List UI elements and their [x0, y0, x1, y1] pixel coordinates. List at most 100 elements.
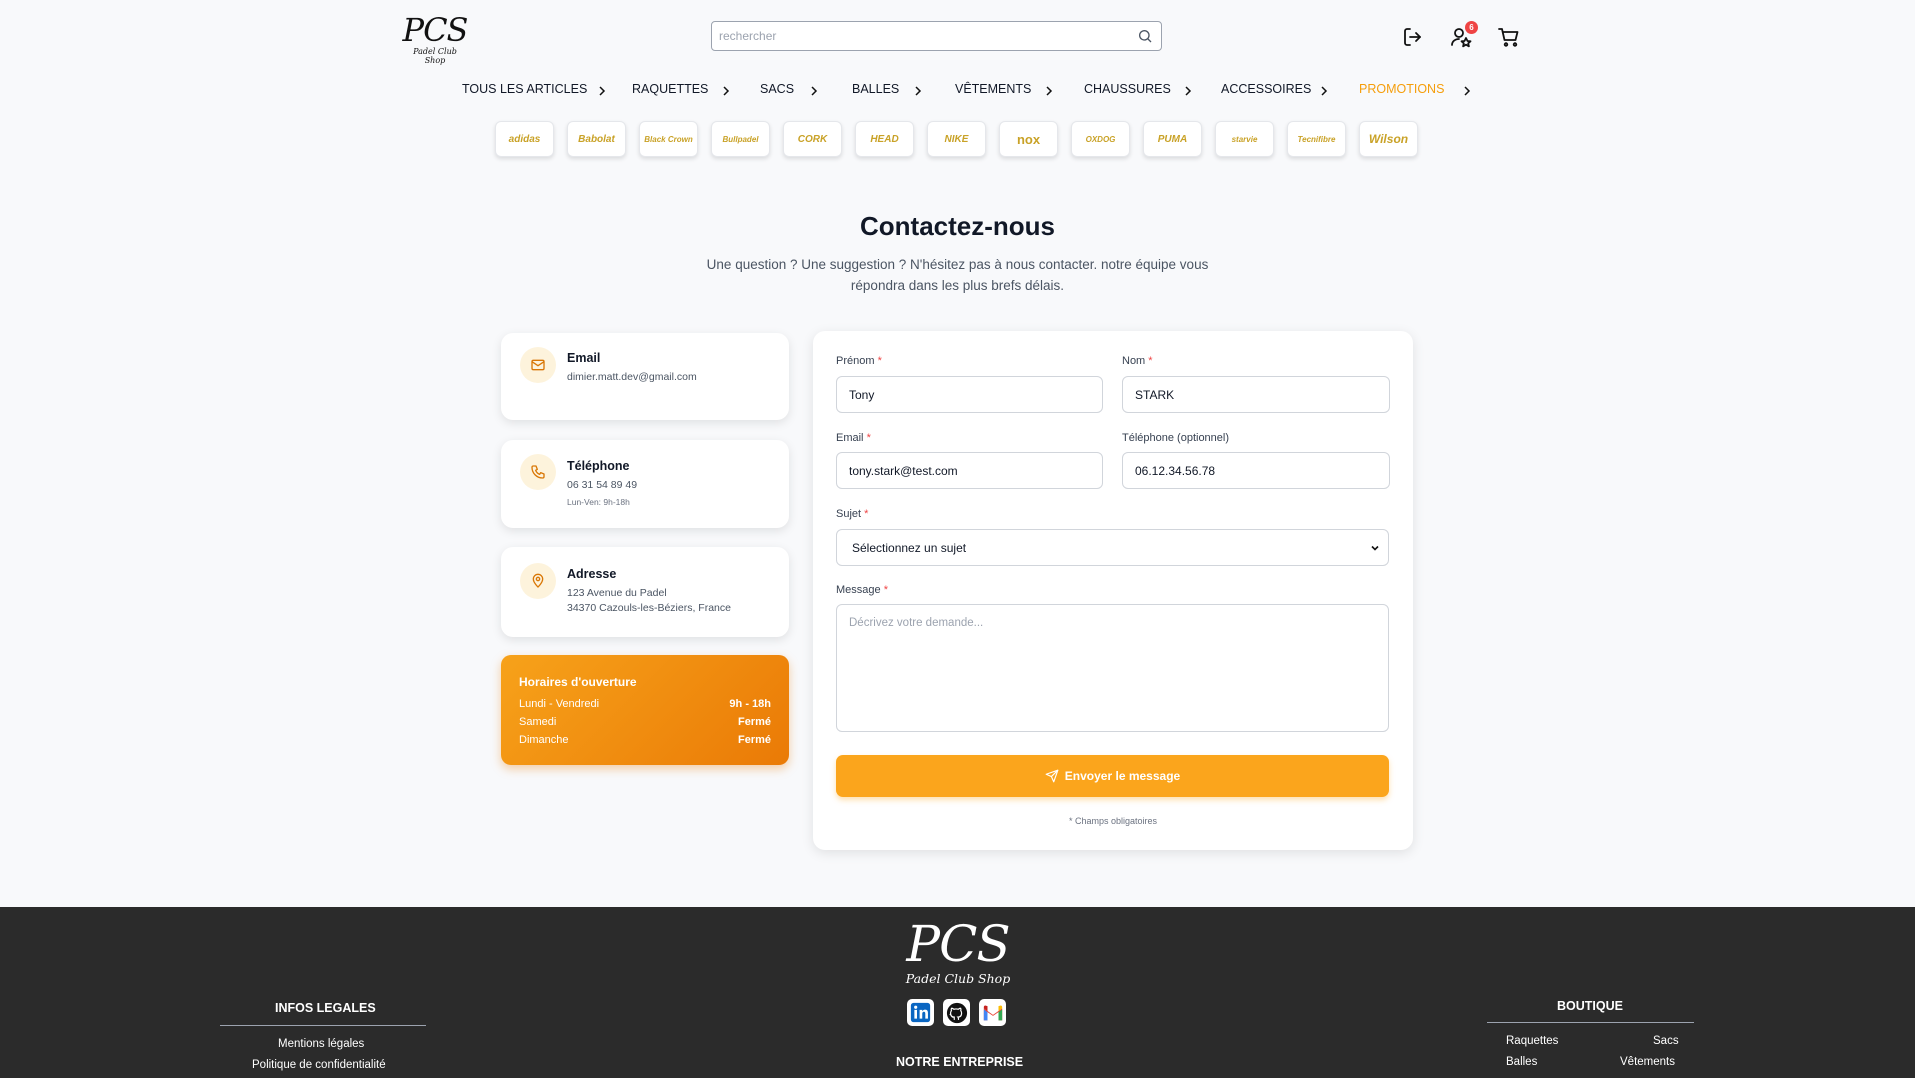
hours-time: Fermé: [737, 734, 771, 746]
shop-link-sacs[interactable]: Sacs: [1653, 1035, 1679, 1047]
location-icon-circle: [520, 563, 556, 599]
chevron-right-icon[interactable]: [1318, 84, 1330, 98]
search-icon[interactable]: [1137, 28, 1153, 44]
footer-logo[interactable]: PCS Padel Club Shop: [900, 919, 1016, 986]
last-name-field[interactable]: STARK: [1122, 376, 1390, 413]
brand-head[interactable]: HEAD: [855, 121, 914, 157]
required-mark: *: [883, 584, 888, 596]
github-icon[interactable]: [943, 999, 970, 1026]
brand-nox[interactable]: nox: [999, 121, 1058, 157]
page-subtitle: Une question ? Une suggestion ? N'hésite…: [706, 257, 1209, 293]
brand-tecnifibre[interactable]: Tecnifibre: [1287, 121, 1346, 157]
hours-time: Fermé: [737, 716, 771, 728]
gmail-icon[interactable]: [979, 999, 1006, 1026]
hours-day: Samedi: [519, 716, 557, 728]
favorites-badge: 6: [1465, 21, 1478, 34]
address-line-2: 34370 Cazouls-les-Béziers, France: [567, 602, 731, 614]
message-label-text: Message: [836, 584, 881, 596]
address-card: Adresse 123 Avenue du Padel 34370 Cazoul…: [501, 547, 789, 637]
required-mark: *: [877, 355, 882, 367]
brand-nike[interactable]: NIKE: [927, 121, 986, 157]
send-icon: [1045, 769, 1059, 783]
last-name-label-text: Nom: [1122, 355, 1146, 367]
nav-item-promotions[interactable]: PROMOTIONS: [1359, 82, 1444, 96]
phone-icon-circle: [520, 454, 556, 490]
subject-label-text: Sujet: [836, 508, 862, 520]
chevron-right-icon[interactable]: [1043, 84, 1055, 98]
site-footer: PCS Padel Club Shop INFOS LEGALES Mentio…: [0, 907, 1915, 1078]
page-title: Contactez-nous: [860, 211, 1055, 241]
brand-bullpadel[interactable]: Bullpadel: [711, 121, 770, 157]
brand-oxdog[interactable]: OXDOG: [1071, 121, 1130, 157]
legal-link-mentions[interactable]: Mentions légales: [278, 1038, 364, 1050]
search-input[interactable]: [712, 22, 1112, 50]
nav-item-raquettes[interactable]: RAQUETTES: [632, 82, 708, 96]
brand-wilson[interactable]: Wilson: [1359, 121, 1418, 157]
phone-card-value[interactable]: 06 31 54 89 49: [567, 479, 637, 491]
site-header: PCS Padel Club Shop 6: [0, 0, 1915, 70]
shop-link-vetements[interactable]: Vêtements: [1620, 1056, 1675, 1068]
legal-link-privacy[interactable]: Politique de confidentialité: [252, 1059, 386, 1071]
nav-item-chaussures[interactable]: CHAUSSURES: [1084, 82, 1171, 96]
first-name-label: Prénom *: [836, 355, 882, 367]
hours-day: Dimanche: [519, 734, 569, 746]
brand-starvie[interactable]: starvie: [1215, 121, 1274, 157]
logout-icon[interactable]: [1401, 25, 1425, 49]
email-field[interactable]: tony.stark@test.com: [836, 452, 1103, 489]
nav-item-sacs[interactable]: SACS: [760, 82, 794, 96]
phone-label: Téléphone (optionnel): [1122, 432, 1230, 444]
chevron-right-icon[interactable]: [720, 84, 732, 98]
brand-babolat[interactable]: Babolat: [567, 121, 626, 157]
required-fields-note: * Champs obligatoires: [1068, 816, 1158, 826]
nav-item-vetements[interactable]: VÊTEMENTS: [955, 82, 1031, 96]
search-box: [711, 21, 1162, 51]
send-message-button[interactable]: Envoyer le message: [836, 755, 1389, 797]
first-name-label-text: Prénom: [836, 355, 875, 367]
chevron-right-icon[interactable]: [912, 84, 924, 98]
phone-field[interactable]: 06.12.34.56.78: [1122, 452, 1390, 489]
cart-icon[interactable]: [1497, 25, 1521, 49]
location-pin-icon: [532, 573, 544, 588]
nav-item-accessoires[interactable]: ACCESSOIRES: [1221, 82, 1311, 96]
email-card-value[interactable]: dimier.matt.dev@gmail.com: [567, 371, 697, 383]
email-label-text: Email: [836, 432, 864, 444]
message-textarea[interactable]: Décrivez votre demande...: [836, 604, 1389, 732]
legal-divider: [220, 1025, 426, 1026]
opening-hours-card: Horaires d'ouverture Lundi - Vendredi 9h…: [501, 655, 789, 765]
nav-item-all[interactable]: TOUS LES ARTICLES: [462, 82, 587, 96]
email-card-title: Email: [567, 351, 601, 365]
shop-heading: BOUTIQUE: [1557, 999, 1623, 1013]
nav-item-balles[interactable]: BALLES: [852, 82, 899, 96]
last-name-label: Nom *: [1122, 355, 1153, 367]
site-logo[interactable]: PCS Padel Club Shop: [402, 14, 469, 65]
shop-link-raquettes[interactable]: Raquettes: [1506, 1035, 1558, 1047]
phone-card-hours: Lun-Ven: 9h-18h: [567, 497, 630, 507]
required-mark: *: [1148, 355, 1153, 367]
address-line-1: 123 Avenue du Padel: [567, 587, 667, 599]
shop-divider: [1487, 1022, 1694, 1023]
brand-cork[interactable]: CORK: [783, 121, 842, 157]
send-button-label: Envoyer le message: [1064, 769, 1181, 783]
company-heading: NOTRE ENTREPRISE: [896, 1055, 1024, 1069]
hours-day: Lundi - Vendredi: [519, 698, 600, 710]
first-name-field[interactable]: Tony: [836, 376, 1103, 413]
linkedin-icon[interactable]: [907, 999, 934, 1026]
phone-card: Téléphone 06 31 54 89 49 Lun-Ven: 9h-18h: [501, 440, 789, 528]
chevron-right-icon[interactable]: [1182, 84, 1194, 98]
phone-card-title: Téléphone: [567, 459, 630, 473]
chevron-right-icon[interactable]: [808, 84, 820, 98]
shop-link-balles[interactable]: Balles: [1506, 1056, 1537, 1068]
subject-select[interactable]: Sélectionnez un sujet: [836, 529, 1389, 566]
required-mark: *: [866, 432, 871, 444]
hours-time: 9h - 18h: [729, 698, 771, 710]
main-nav: TOUS LES ARTICLES RAQUETTES SACS BALLES …: [0, 82, 1915, 102]
chevron-right-icon[interactable]: [596, 84, 608, 98]
mail-icon: [531, 359, 545, 371]
chevron-right-icon[interactable]: [1461, 84, 1473, 98]
subject-label: Sujet *: [836, 508, 868, 520]
brand-puma[interactable]: PUMA: [1143, 121, 1202, 157]
brand-black-crown[interactable]: Black Crown: [639, 121, 698, 157]
email-card: Email dimier.matt.dev@gmail.com: [501, 333, 789, 420]
phone-icon: [531, 465, 545, 479]
brand-adidas[interactable]: adidas: [495, 121, 554, 157]
